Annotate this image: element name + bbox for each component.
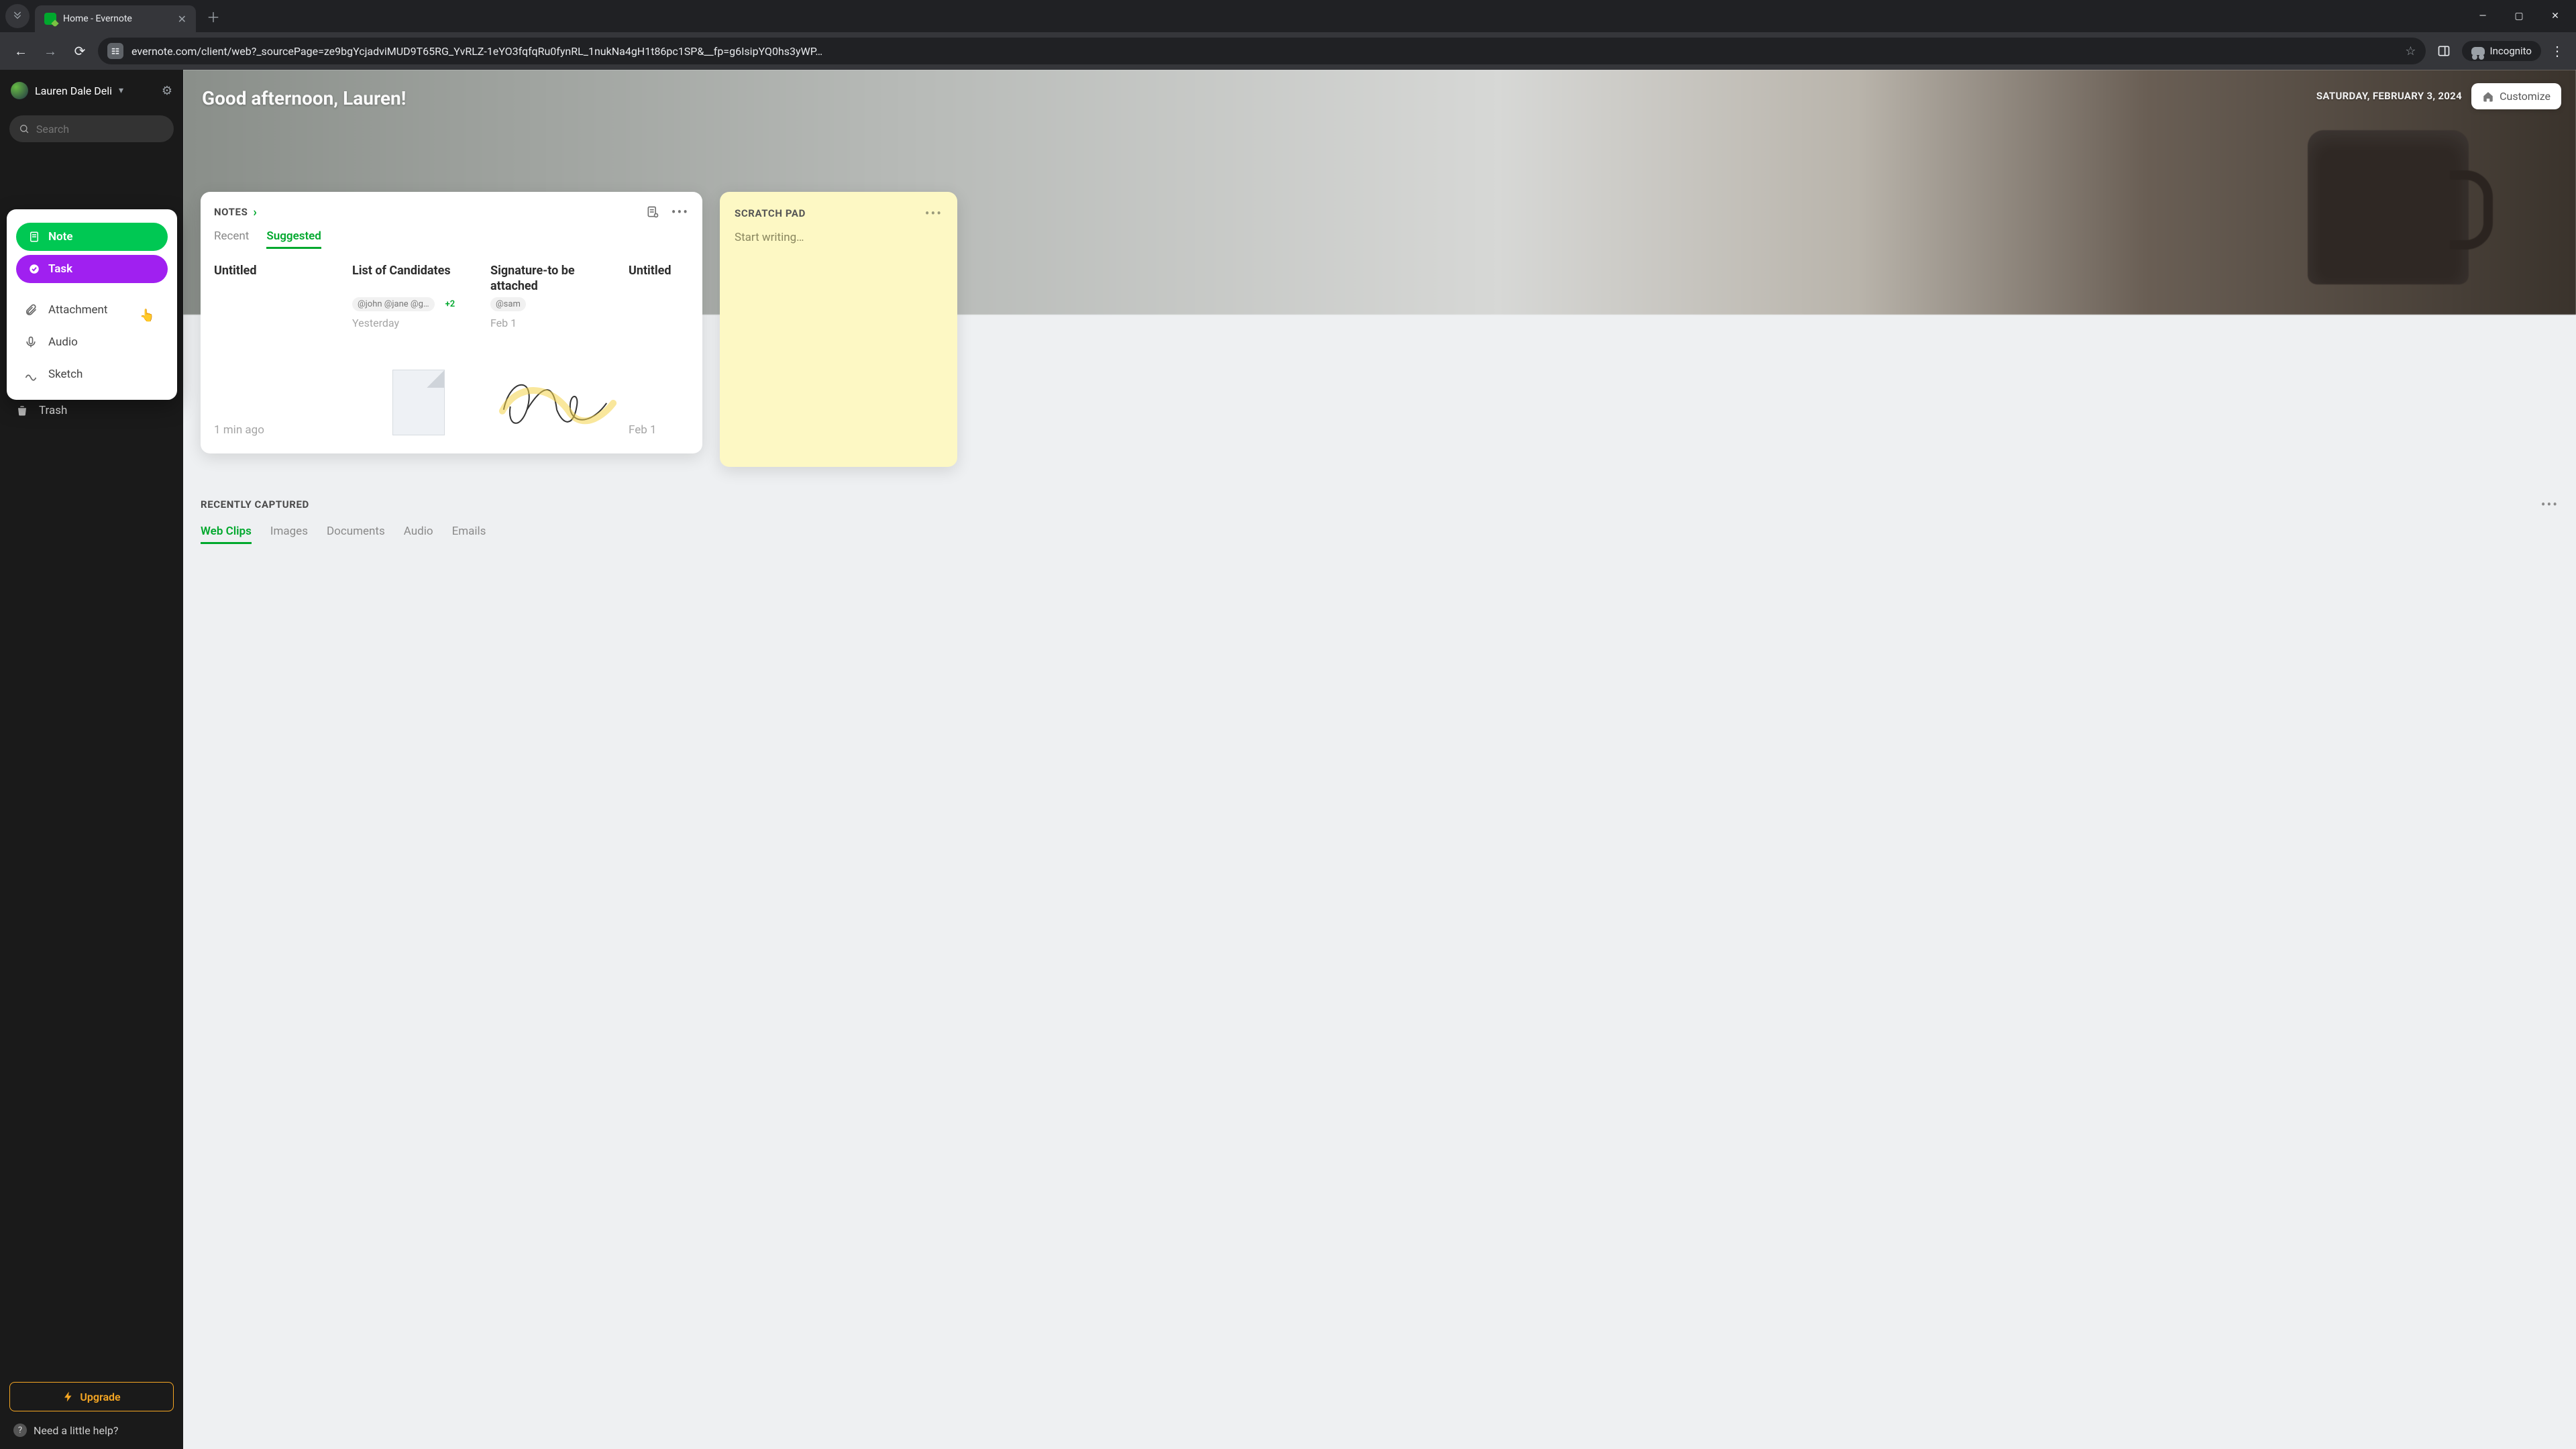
user-avatar[interactable] [11, 82, 28, 99]
window-maximize-button[interactable]: ▢ [2504, 5, 2534, 27]
window-minimize-button[interactable]: — [2467, 5, 2498, 27]
scratch-pad-input[interactable]: Start writing… [735, 231, 943, 244]
file-thumbnail-icon [392, 370, 445, 435]
create-audio-item[interactable]: Audio [13, 326, 170, 358]
username-label: Lauren Dale Deli [35, 85, 112, 97]
bookmark-star-icon[interactable]: ☆ [2405, 44, 2416, 58]
browser-tab-active[interactable]: Home - Evernote ✕ [35, 5, 196, 32]
site-settings-icon[interactable] [107, 43, 123, 59]
scratch-more-button[interactable]: ••• [925, 205, 943, 221]
create-note-icon[interactable] [646, 205, 659, 219]
create-menu-popover: Note Task Attachment Audio [7, 209, 177, 400]
recent-tab-documents[interactable]: Documents [327, 525, 385, 544]
url-text: evernote.com/client/web?_sourcePage=ze9b… [131, 45, 2397, 58]
sidebar-search[interactable] [9, 115, 174, 142]
note-date: Yesterday [352, 317, 485, 329]
paperclip-icon [24, 303, 39, 317]
address-bar[interactable]: evernote.com/client/web?_sourcePage=ze9b… [98, 38, 2426, 64]
help-link[interactable]: ? Need a little help? [9, 1421, 174, 1440]
note-mentions-more: +2 [440, 297, 461, 311]
nav-forward-button[interactable]: → [39, 40, 62, 62]
chevron-right-icon[interactable]: › [253, 205, 256, 219]
trash-icon [16, 405, 30, 417]
tab-search-button[interactable] [5, 4, 30, 28]
notes-more-button[interactable]: ••• [672, 204, 689, 220]
note-title: Signature-to be attached [490, 264, 623, 294]
recently-captured-more-button[interactable]: ••• [2541, 496, 2559, 513]
task-check-icon [28, 263, 40, 275]
sidebar-item-label: Trash [39, 404, 67, 417]
note-timestamp: Feb 1 [629, 411, 689, 437]
notes-tab-suggested[interactable]: Suggested [266, 229, 321, 249]
recent-tab-images[interactable]: Images [270, 525, 308, 544]
note-date: Feb 1 [490, 317, 623, 329]
note-mentions: @john @jane @g… [352, 297, 435, 311]
side-panel-icon[interactable] [2432, 40, 2455, 62]
note-title: List of Candidates [352, 264, 485, 294]
home-main: Good afternoon, Lauren! SATURDAY, FEBRUA… [183, 70, 2576, 1449]
sketch-icon [24, 368, 39, 381]
scratch-pad-title: SCRATCH PAD [735, 207, 806, 219]
nav-back-button[interactable]: ← [9, 40, 32, 62]
help-label: Need a little help? [34, 1424, 118, 1437]
microphone-icon [24, 335, 39, 349]
notes-tab-recent[interactable]: Recent [214, 229, 249, 249]
chevron-down-icon[interactable]: ▾ [119, 85, 123, 96]
tab-close-button[interactable]: ✕ [178, 13, 186, 25]
notes-widget: NOTES › ••• Recent Suggested [201, 192, 702, 453]
app-sidebar: Lauren Dale Deli ▾ ⚙ Note Task [0, 70, 183, 1449]
upgrade-button[interactable]: Upgrade [9, 1382, 174, 1411]
browser-menu-button[interactable]: ⋮ [2548, 43, 2567, 59]
note-mentions: @sam [490, 297, 526, 311]
upgrade-label: Upgrade [80, 1391, 120, 1403]
recent-tab-emails[interactable]: Emails [452, 525, 486, 544]
nav-reload-button[interactable]: ⟳ [68, 40, 91, 62]
browser-titlebar: Home - Evernote ✕ ＋ — ▢ ✕ [0, 0, 2576, 32]
notes-widget-title: NOTES [214, 206, 248, 218]
incognito-label: Incognito [2490, 45, 2532, 57]
note-title: Untitled [629, 264, 689, 294]
settings-gear-icon[interactable]: ⚙ [162, 84, 172, 98]
browser-tab-title: Home - Evernote [63, 13, 171, 24]
recently-captured-title: RECENTLY CAPTURED [201, 498, 309, 511]
bolt-icon [62, 1391, 74, 1403]
create-sketch-item[interactable]: Sketch [13, 358, 170, 390]
create-note-label: Note [48, 230, 73, 244]
create-attachment-label: Attachment [48, 303, 107, 317]
window-close-button[interactable]: ✕ [2540, 5, 2571, 27]
note-card[interactable]: List of Candidates @john @jane @g… +2 Ye… [352, 264, 485, 437]
note-icon [28, 231, 40, 243]
note-card[interactable]: Untitled Feb 1 [629, 264, 689, 437]
new-tab-button[interactable]: ＋ [201, 3, 225, 30]
sidebar-item-trash[interactable]: Trash [0, 397, 183, 424]
recently-captured-widget: RECENTLY CAPTURED ••• Web Clips Images D… [183, 483, 2576, 571]
note-timestamp: 1 min ago [214, 411, 347, 437]
search-input[interactable] [36, 123, 164, 136]
note-card[interactable]: Signature-to be attached @sam Feb 1 [490, 264, 623, 437]
note-card[interactable]: Untitled 1 min ago [214, 264, 347, 437]
recent-tab-webclips[interactable]: Web Clips [201, 525, 252, 544]
create-attachment-item[interactable]: Attachment [13, 294, 170, 326]
help-icon: ? [13, 1424, 27, 1437]
browser-toolbar: ← → ⟳ evernote.com/client/web?_sourcePag… [0, 32, 2576, 70]
evernote-favicon [44, 13, 56, 25]
search-icon [19, 123, 30, 135]
note-title: Untitled [214, 264, 347, 294]
create-note-button[interactable]: Note [16, 223, 168, 251]
signature-sketch [490, 363, 623, 437]
scratch-pad-widget: SCRATCH PAD ••• Start writing… [720, 192, 957, 467]
incognito-icon [2471, 47, 2485, 55]
create-audio-label: Audio [48, 335, 78, 349]
incognito-indicator[interactable]: Incognito [2462, 41, 2541, 61]
create-task-label: Task [48, 262, 72, 276]
recent-tab-audio[interactable]: Audio [404, 525, 433, 544]
create-task-button[interactable]: Task [16, 255, 168, 283]
create-sketch-label: Sketch [48, 368, 83, 381]
